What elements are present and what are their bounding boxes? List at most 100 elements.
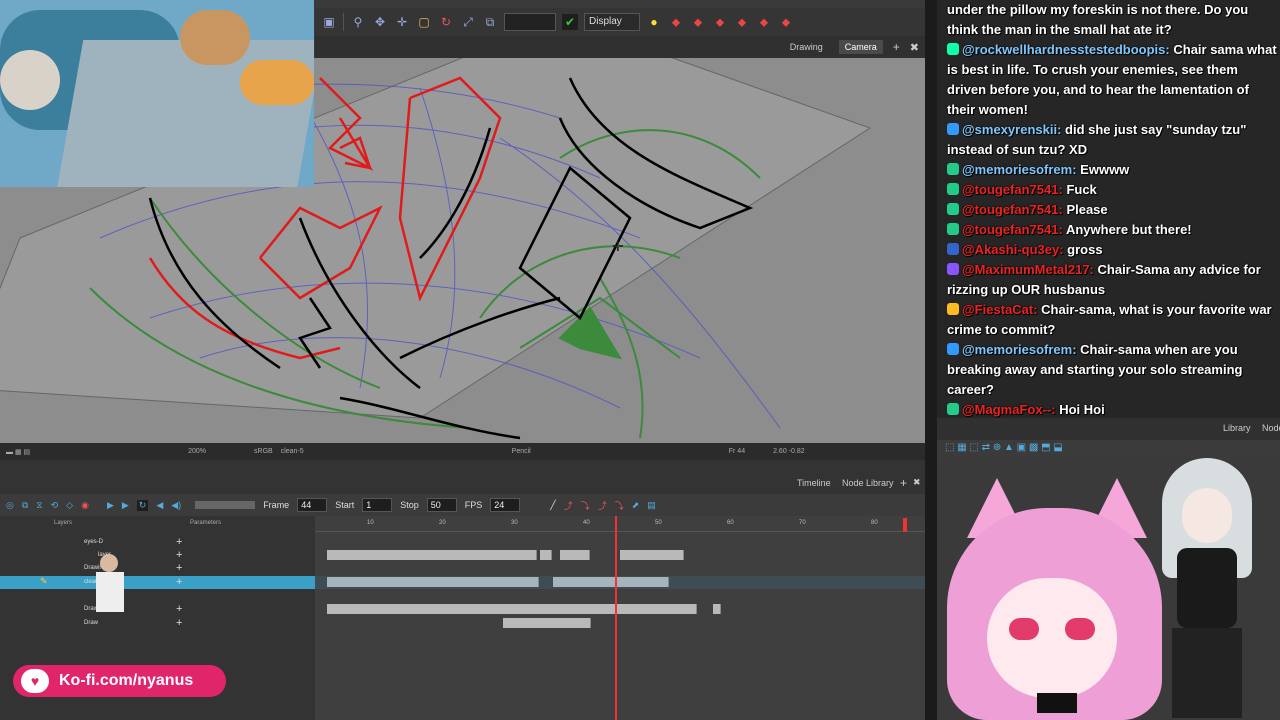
tab-timeline[interactable]: Timeline [797, 478, 831, 488]
layer-row[interactable]: eyes-D + [0, 536, 315, 549]
chat-message: @FiestaCat: Chair-sama, what is your fav… [947, 300, 1277, 340]
chat-username[interactable]: @tougefan7541: [962, 202, 1063, 217]
stack-icon[interactable]: ▤ [647, 500, 656, 511]
stop-motion-key-icon[interactable]: ⬥ [734, 14, 750, 30]
bounding-box-icon[interactable]: ▢ [416, 14, 432, 30]
peg-icon[interactable]: ✔ [562, 14, 578, 30]
light-table-icon[interactable]: ◇ [66, 500, 73, 511]
cat-shape [0, 50, 60, 110]
move-icon[interactable]: ✛ [394, 14, 410, 30]
frame-field[interactable]: 44 [297, 498, 328, 512]
key-type-icon[interactable]: ⤴ [598, 499, 607, 512]
add-keyframe-icon[interactable]: + [176, 603, 182, 615]
ease-out-icon[interactable]: ⤵ [581, 499, 590, 512]
keyframe-icon[interactable]: ⬥ [668, 14, 684, 30]
light-bulb-icon[interactable]: ● [646, 14, 662, 30]
mod-badge-icon [947, 223, 959, 235]
chat-username[interactable]: @memoriesofrem: [962, 162, 1077, 177]
tab-node-library[interactable]: Node Library [842, 478, 894, 488]
close-panel-icon[interactable]: ✖ [913, 477, 921, 488]
start-field[interactable]: 1 [362, 498, 393, 512]
playhead[interactable] [615, 516, 617, 720]
chat-message: @smexyrenskii: did she just say "sunday … [947, 120, 1277, 160]
rig-tool-icon[interactable]: ⚲ [350, 14, 366, 30]
motion-key-icon[interactable]: ⬥ [712, 14, 728, 30]
stop-field[interactable]: 50 [426, 498, 457, 512]
ruler-tick: 50 [655, 520, 662, 526]
speed-slider[interactable] [195, 501, 256, 509]
frame-block[interactable] [327, 550, 537, 560]
add-keyframe-icon[interactable]: + [176, 536, 182, 548]
close-view-icon[interactable]: ✖ [910, 41, 919, 54]
chat-username[interactable]: @tougefan7541: [962, 222, 1063, 237]
add-panel-icon[interactable]: + [900, 476, 907, 490]
add-view-icon[interactable]: + [893, 40, 900, 54]
timeline-frames[interactable]: 10 20 30 40 50 60 70 80 [315, 516, 925, 720]
frame-block[interactable] [540, 550, 552, 560]
camera-view-icon[interactable]: ▣ [321, 14, 337, 30]
graph-icon[interactable]: ⬈ [632, 500, 640, 511]
onion-skin-icon[interactable]: ◎ [6, 500, 14, 511]
chat-username[interactable]: @MagmaFox--: [962, 402, 1056, 417]
layer-row[interactable]: Drawing_2 + [0, 603, 315, 616]
chat-text: Fuck [1066, 182, 1097, 197]
skew-icon[interactable]: ⧉ [482, 14, 498, 30]
subscriber-badge-icon [947, 43, 959, 55]
add-keyframe-icon[interactable]: + [176, 576, 182, 588]
layer-row[interactable]: Drawing + [0, 562, 315, 575]
constant-segment-icon[interactable]: ⤵ [615, 499, 624, 512]
chat-username[interactable]: @smexyrenskii: [962, 122, 1061, 137]
layer-combo[interactable] [504, 13, 556, 31]
previous-frame-icon[interactable]: ◀ [156, 500, 163, 511]
display-mode-icon[interactable]: ▬ ▦ ▤ [6, 448, 30, 456]
keyframe-remove-icon[interactable]: ⬥ [690, 14, 706, 30]
add-keyframe-icon[interactable]: + [176, 617, 182, 629]
play-selection-icon[interactable]: ▶ [122, 500, 129, 511]
tab-drawing[interactable]: Drawing [784, 40, 829, 54]
chat-username[interactable]: @FiestaCat: [962, 302, 1038, 317]
kofi-banner[interactable]: ♥ Ko-fi.com/nyanus [13, 665, 226, 697]
loop-icon[interactable]: ↻ [136, 499, 149, 511]
frame-block[interactable] [503, 618, 591, 628]
play-icon[interactable]: ▶ [107, 500, 114, 511]
frame-block[interactable] [620, 550, 684, 560]
key-set-icon[interactable]: ⬥ [756, 14, 772, 30]
kofi-heart-icon: ♥ [21, 669, 49, 693]
display-select[interactable]: Display [584, 13, 640, 31]
tab-node[interactable]: Node [1262, 423, 1280, 433]
frame-block[interactable] [560, 550, 590, 560]
layer-row[interactable]: Drawing_3 + [0, 617, 315, 630]
frame-block[interactable] [713, 604, 721, 614]
tab-camera[interactable]: Camera [838, 40, 883, 54]
add-keyframe-icon[interactable]: + [176, 562, 182, 574]
chat-text: Hoi Hoi [1059, 402, 1105, 417]
fps-label: FPS [464, 500, 483, 510]
layer-props-icon[interactable]: ⧖ [36, 500, 42, 511]
chat-username[interactable]: @MaximumMetal217: [962, 262, 1094, 277]
chat-username[interactable]: @rockwellhardnesstestedboopis: [962, 42, 1170, 57]
line-tool-icon[interactable]: ╱ [550, 500, 555, 511]
chat-username[interactable]: @Akashi-qu3ey: [962, 242, 1064, 257]
tab-library[interactable]: Library [1223, 423, 1251, 433]
sound-icon[interactable]: ◉ [81, 500, 89, 511]
layer-row[interactable]: layer + [0, 549, 315, 562]
ruler-tick: 70 [799, 520, 806, 526]
zoom-level[interactable]: 200% [188, 448, 206, 455]
easy-flip-icon[interactable]: ⧉ [22, 500, 28, 511]
ease-icon[interactable]: ⤴ [564, 499, 573, 512]
kofi-link[interactable]: Ko-fi.com/nyanus [59, 672, 193, 690]
speaker-icon[interactable]: ◀) [171, 500, 181, 511]
sync-icon[interactable]: ⟲ [51, 500, 59, 511]
transform-icon[interactable]: ✥ [372, 14, 388, 30]
fps-field[interactable]: 24 [490, 498, 521, 512]
crosshair-cursor-icon: ✛ [612, 238, 624, 254]
add-keyframe-icon[interactable]: + [176, 549, 182, 561]
chat-username[interactable]: @memoriesofrem: [962, 342, 1077, 357]
rotate-icon[interactable]: ↻ [438, 14, 454, 30]
scale-icon[interactable]: ⤢ [460, 14, 476, 30]
frame-block[interactable] [327, 604, 697, 614]
end-marker[interactable] [903, 518, 907, 532]
chat-username[interactable]: @tougefan7541: [962, 182, 1063, 197]
key-reset-icon[interactable]: ⬥ [778, 14, 794, 30]
layer-row[interactable]: ✎ clean + [0, 576, 315, 589]
